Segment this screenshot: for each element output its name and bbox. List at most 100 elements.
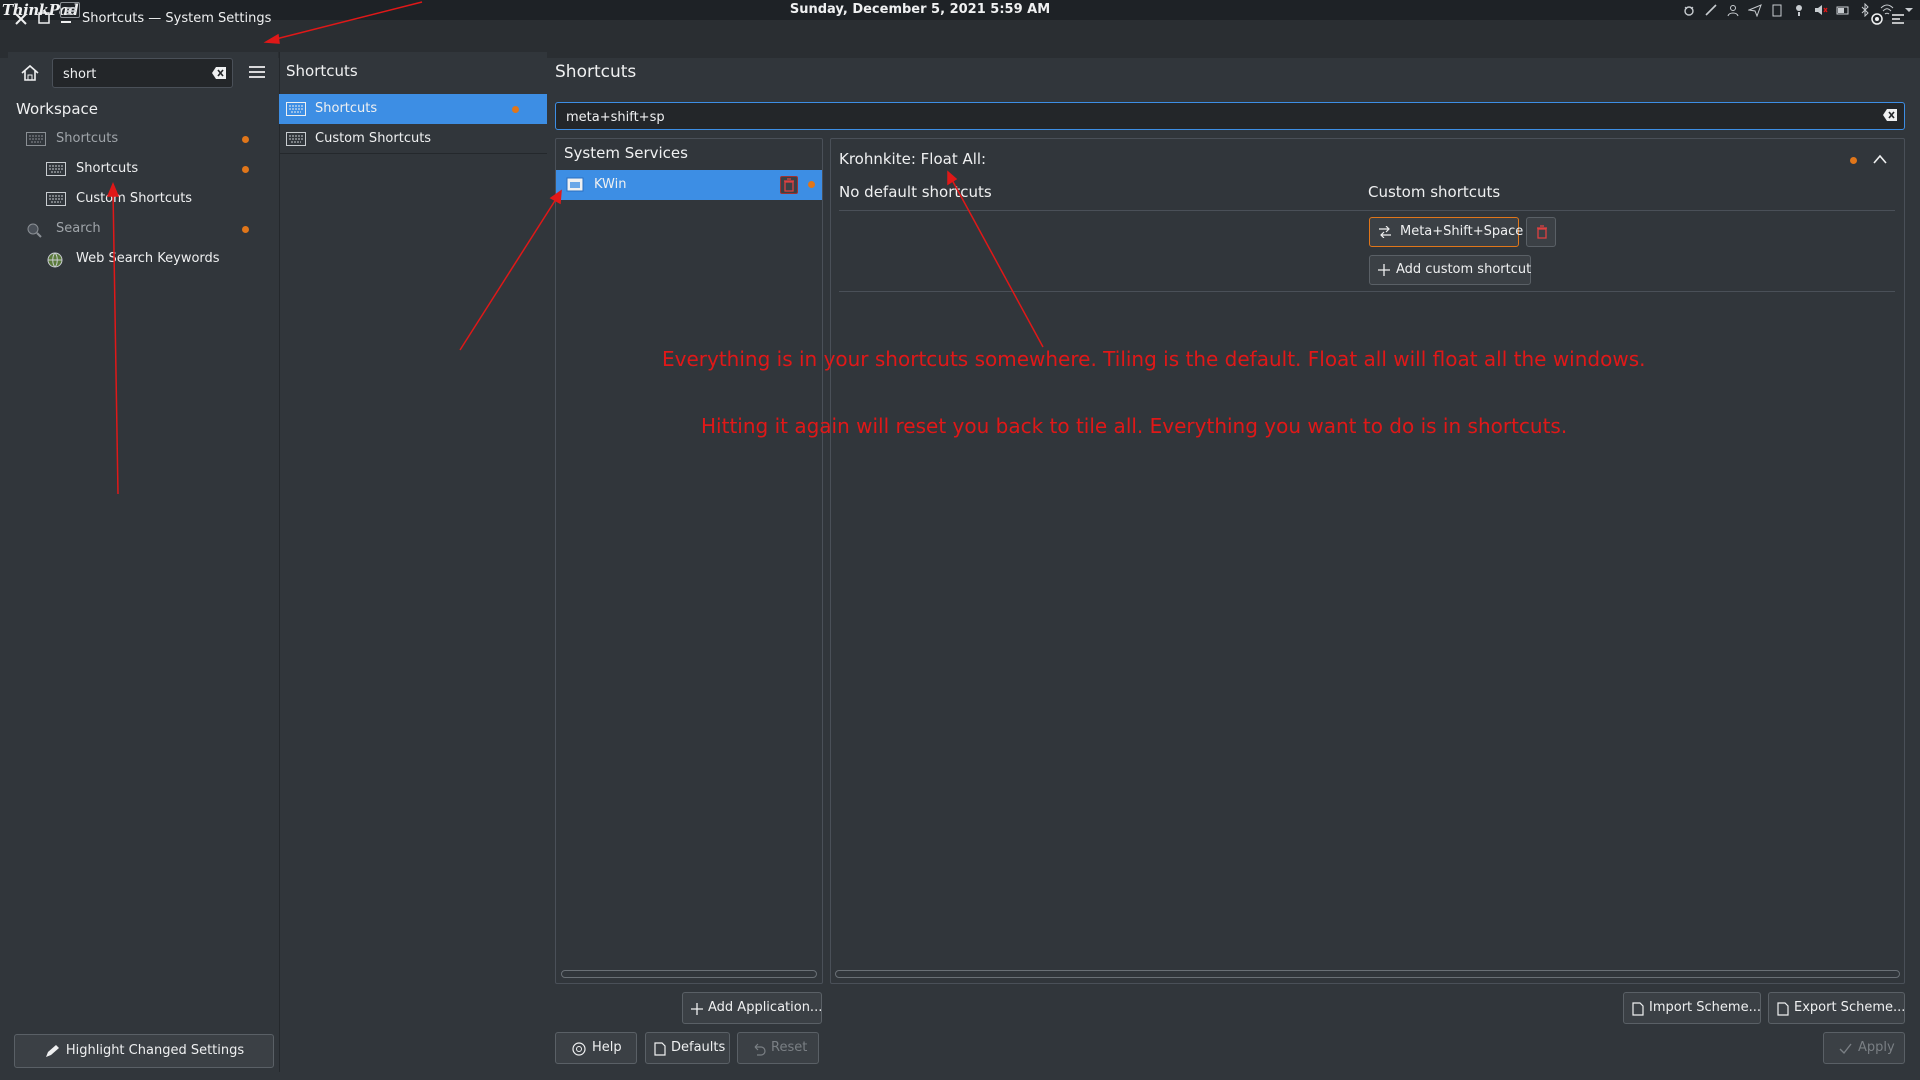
changed-indicator [512, 106, 519, 113]
sidebar-item-label: Shortcuts [56, 131, 119, 146]
import-scheme-button[interactable]: Import Scheme... [1623, 992, 1761, 1024]
apply-label: Apply [1858, 1040, 1895, 1055]
annotation-text: Everything is in your shortcuts somewher… [662, 347, 1646, 371]
changed-indicator [242, 166, 249, 173]
document-import-icon [1632, 1002, 1644, 1016]
sidebar-item-web-search-keywords[interactable]: Web Search Keywords [46, 244, 256, 274]
plus-icon [1378, 264, 1390, 276]
clipboard-icon[interactable] [1770, 3, 1784, 17]
bug-icon[interactable] [1682, 3, 1696, 17]
sidebar-item-label: Search [56, 221, 101, 236]
service-item-label: KWin [594, 177, 627, 192]
keyboard-icon [286, 102, 306, 116]
shortcut-filter-box[interactable] [555, 102, 1905, 130]
default-shortcuts-label: No default shortcuts [839, 183, 992, 201]
workspace-header: Workspace [16, 100, 98, 118]
services-category-header: System Services [564, 144, 688, 162]
services-list-panel [555, 138, 823, 984]
search-icon [26, 222, 42, 238]
speaker-muted-icon[interactable] [1814, 3, 1828, 17]
sidebar-search-box[interactable] [52, 58, 233, 88]
module-list-column [279, 52, 547, 1072]
maximize-icon[interactable] [36, 10, 52, 26]
import-scheme-label: Import Scheme... [1649, 1000, 1761, 1015]
annotation-text: Hitting it again will reset you back to … [701, 414, 1568, 438]
window-menu-icon[interactable] [1889, 10, 1907, 28]
sidebar-item-custom-shortcuts[interactable]: Custom Shortcuts [46, 184, 256, 214]
sidebar-category-search[interactable]: Search [26, 214, 256, 244]
highlight-button-label: Highlight Changed Settings [65, 1043, 245, 1058]
close-icon[interactable] [12, 10, 30, 28]
delete-icon [1534, 224, 1550, 240]
send-icon[interactable] [1748, 3, 1762, 17]
clear-search-icon[interactable] [211, 66, 227, 80]
changed-indicator [808, 181, 815, 188]
help-button[interactable]: Help [555, 1032, 637, 1064]
plus-icon [691, 1003, 703, 1015]
clear-filter-icon[interactable] [1882, 108, 1898, 122]
module-item-shortcuts[interactable]: Shortcuts [279, 94, 547, 124]
sidebar-category-shortcuts[interactable]: Shortcuts [26, 124, 256, 154]
add-custom-shortcut-button[interactable]: Add custom shortcut [1369, 255, 1531, 285]
services-horizontal-scrollbar[interactable] [561, 970, 817, 978]
person-icon[interactable] [1726, 3, 1740, 17]
chevron-up-icon[interactable] [1872, 152, 1888, 166]
apply-button[interactable]: Apply [1823, 1032, 1905, 1064]
globe-icon [46, 251, 64, 269]
defaults-label: Defaults [671, 1040, 726, 1055]
sidebar-item-label: Custom Shortcuts [76, 191, 193, 206]
help-label: Help [592, 1040, 622, 1055]
sidebar-search-input[interactable] [61, 64, 205, 84]
shortcut-filter-input[interactable] [564, 107, 1868, 127]
module-item-label: Shortcuts [315, 101, 378, 116]
add-custom-shortcut-label: Add custom shortcut [1396, 262, 1532, 277]
divider [839, 210, 1895, 211]
battery-icon[interactable] [1836, 3, 1850, 17]
export-scheme-button[interactable]: Export Scheme... [1768, 992, 1905, 1024]
page-title: Shortcuts [555, 62, 637, 82]
shortcut-detail-panel [830, 138, 1905, 984]
hamburger-menu-icon[interactable] [248, 64, 266, 80]
help-icon [572, 1042, 586, 1056]
undo-icon [752, 1042, 766, 1056]
reset-label: Reset [771, 1040, 808, 1055]
sidebar-item-label: Web Search Keywords [76, 251, 220, 266]
window-title: Shortcuts — System Settings [82, 11, 272, 26]
ink-icon[interactable] [1704, 3, 1718, 17]
custom-shortcut-button[interactable]: Meta+Shift+Space [1369, 217, 1523, 247]
divider [839, 291, 1895, 292]
export-scheme-label: Export Scheme... [1794, 1000, 1906, 1015]
sidebar-item-shortcuts[interactable]: Shortcuts [46, 154, 256, 184]
clock[interactable]: Sunday, December 5, 2021 5:59 AM [0, 0, 1840, 20]
custom-shortcut-label: Meta+Shift+Space [1400, 224, 1524, 239]
defaults-button[interactable]: Defaults [645, 1032, 730, 1064]
minimize-icon[interactable] [58, 10, 74, 26]
delete-icon[interactable] [780, 176, 798, 194]
changed-indicator [242, 136, 249, 143]
module-list-title: Shortcuts [286, 62, 358, 80]
custom-shortcuts-header: Custom shortcuts [1368, 183, 1501, 201]
detail-horizontal-scrollbar[interactable] [835, 970, 1900, 978]
sidebar-item-label: Shortcuts [76, 161, 139, 176]
action-title: Krohnkite: Float All: [839, 150, 987, 168]
remove-shortcut-button[interactable] [1526, 217, 1556, 247]
keyboard-icon [286, 132, 306, 146]
reset-button[interactable]: Reset [737, 1032, 819, 1064]
checkmark-icon [1838, 1042, 1852, 1056]
add-application-button[interactable]: Add Application... [682, 992, 822, 1024]
changed-indicator [1850, 157, 1857, 164]
document-export-icon [1777, 1002, 1789, 1016]
pencil-icon [44, 1043, 60, 1059]
add-application-label: Add Application... [708, 1000, 823, 1015]
light-icon[interactable] [1792, 3, 1806, 17]
highlight-changed-settings-button[interactable]: Highlight Changed Settings [14, 1034, 274, 1068]
keyboard-icon [26, 132, 46, 146]
module-item-label: Custom Shortcuts [315, 131, 432, 146]
module-item-custom-shortcuts[interactable]: Custom Shortcuts [279, 124, 547, 154]
kwin-app-icon [566, 177, 584, 193]
settings-icon[interactable] [1869, 11, 1885, 27]
document-icon [654, 1042, 666, 1056]
home-icon[interactable] [20, 63, 40, 83]
changed-indicator [242, 226, 249, 233]
keyboard-icon [46, 162, 66, 176]
